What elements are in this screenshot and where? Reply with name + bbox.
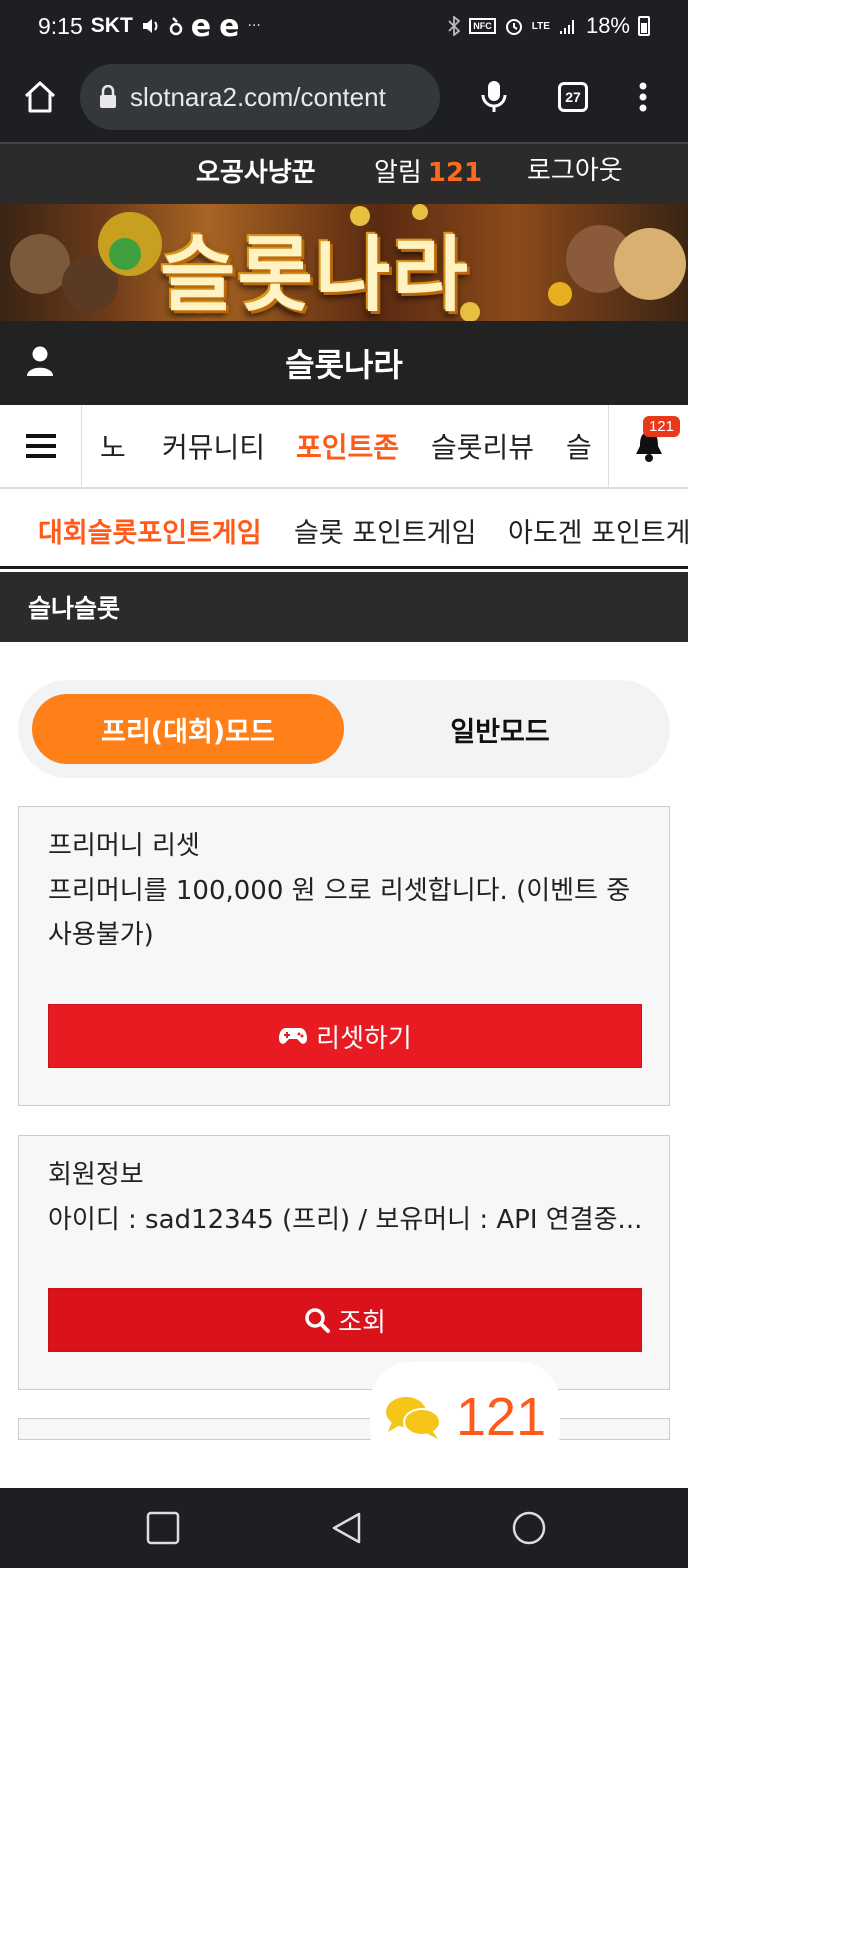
panel-partial — [18, 1418, 670, 1440]
reset-button-label: 리셋하기 — [316, 1023, 412, 1054]
normal-mode-button[interactable]: 일반모드 — [344, 694, 656, 764]
alarm-icon — [505, 19, 522, 35]
nav-item-community[interactable]: 커뮤니티 — [162, 426, 265, 466]
logout-link[interactable]: 로그아웃 — [527, 150, 623, 187]
main-nav: 노 커뮤니티 포인트존 슬롯리뷰 슬 121 — [0, 405, 688, 489]
member-info-text: 아이디 : sad12345 (프리) / 보유머니 : API 연결중... — [48, 1205, 643, 1235]
signal-icon — [559, 20, 574, 34]
lookup-button[interactable]: 조회 — [48, 1288, 642, 1352]
reset-button[interactable]: 리셋하기 — [48, 1004, 642, 1068]
home-button[interactable] — [0, 52, 80, 142]
voice-search-button[interactable] — [440, 79, 548, 115]
nav-item-slot-review[interactable]: 슬롯리뷰 — [431, 426, 534, 466]
notification-icon — [169, 17, 183, 36]
battery-percent: 18% — [585, 13, 630, 38]
hamburger-icon — [25, 434, 56, 458]
bluetooth-icon — [448, 16, 461, 36]
user-nickname[interactable]: 오공사냥꾼 — [196, 152, 316, 189]
tabs-count: 27 — [558, 82, 588, 112]
browser-toolbar: slotnara2.com/content 27 — [0, 52, 688, 142]
alarm-count: 121 — [427, 158, 483, 188]
section-title: 슬나슬롯 — [28, 594, 121, 623]
alarm-link[interactable]: 알림 121 — [374, 152, 482, 189]
sub-nav: 대회슬롯포인트게임 슬롯 포인트게임 아도겐 포인트게 — [0, 489, 688, 569]
more-icon: ··· — [247, 18, 261, 34]
url-text: slotnara2.com/content — [130, 81, 386, 112]
browser-menu-button[interactable] — [598, 82, 688, 112]
recent-apps-button[interactable] — [143, 1508, 183, 1548]
e-icon: e — [190, 8, 212, 44]
subnav-slot-point-game[interactable]: 슬롯 포인트게임 — [294, 511, 476, 550]
member-info-panel: 회원정보 아이디 : sad12345 (프리) / 보유머니 : API 연결… — [18, 1135, 670, 1390]
free-money-reset-panel: 프리머니 리셋 프리머니를 100,000 원 으로 리셋합니다. (이벤트 중… — [18, 806, 670, 1106]
system-nav-bar — [0, 1488, 688, 1568]
back-button[interactable] — [326, 1508, 366, 1548]
recents-icon — [146, 1511, 180, 1545]
subnav-adogen-point-game[interactable]: 아도겐 포인트게 — [508, 511, 688, 550]
subnav-tournament-slot[interactable]: 대회슬롯포인트게임 — [38, 511, 262, 550]
notifications-button[interactable]: 121 — [608, 405, 688, 487]
chat-floating-button[interactable]: 121 — [370, 1362, 560, 1472]
banner-title: 슬롯나라 — [160, 228, 470, 321]
tab-switcher-button[interactable]: 27 — [548, 82, 598, 112]
battery-icon — [638, 16, 650, 36]
site-name[interactable]: 슬롯나라 — [285, 340, 403, 386]
nfc-icon: NFC — [469, 18, 496, 34]
gamepad-icon — [279, 1028, 308, 1044]
status-time: 9:15 — [38, 12, 83, 39]
volume-icon — [142, 19, 158, 33]
nav-items: 노 커뮤니티 포인트존 슬롯리뷰 슬 — [82, 405, 608, 487]
site-banner[interactable]: 슬롯나라 — [0, 204, 688, 321]
site-header: 슬롯나라 — [0, 321, 688, 405]
lock-icon — [96, 82, 120, 112]
home-icon — [24, 81, 56, 113]
nav-item[interactable]: 노 — [100, 426, 126, 466]
chat-count: 121 — [456, 1387, 547, 1447]
section-title-bar: 슬나슬롯 — [0, 572, 688, 642]
nav-item[interactable]: 슬 — [566, 426, 592, 466]
status-carrier: SKT — [90, 14, 133, 37]
chat-bubbles-icon — [386, 1397, 441, 1439]
nav-item-pointzone[interactable]: 포인트존 — [296, 426, 399, 466]
home-nav-button[interactable] — [509, 1508, 549, 1548]
panel-title: 프리머니 리셋 — [48, 831, 200, 861]
alarm-label: 알림 — [374, 158, 422, 188]
search-icon — [305, 1308, 331, 1333]
lookup-button-label: 조회 — [338, 1307, 386, 1338]
reset-description-line: 사용불가) — [48, 920, 154, 950]
home-circle-icon — [512, 1511, 546, 1545]
reset-description-line: 프리머니를 100,000 원 으로 리셋합니다. (이벤트 중 — [48, 876, 631, 906]
status-bar: 9:15 SKT e e ··· NFC LTE 18% — [0, 0, 688, 52]
mode-toggle: 프리(대회)모드 일반모드 — [18, 680, 670, 778]
microphone-icon — [481, 81, 507, 112]
panel-title: 회원정보 — [48, 1160, 144, 1190]
user-bar: 오공사냥꾼 알림 121 로그아웃 — [0, 142, 688, 204]
lte-icon: LTE — [531, 20, 550, 32]
more-vert-icon — [639, 82, 647, 112]
free-mode-button[interactable]: 프리(대회)모드 — [32, 694, 344, 764]
notification-badge: 121 — [642, 416, 680, 437]
back-icon — [332, 1512, 361, 1544]
user-icon[interactable] — [26, 345, 54, 381]
address-bar[interactable]: slotnara2.com/content — [80, 64, 440, 130]
e-icon: e — [219, 8, 240, 44]
menu-toggle-button[interactable] — [0, 405, 82, 487]
reset-description: 프리머니를 100,000 원 으로 리셋합니다. (이벤트 중 사용불가) — [48, 869, 648, 957]
